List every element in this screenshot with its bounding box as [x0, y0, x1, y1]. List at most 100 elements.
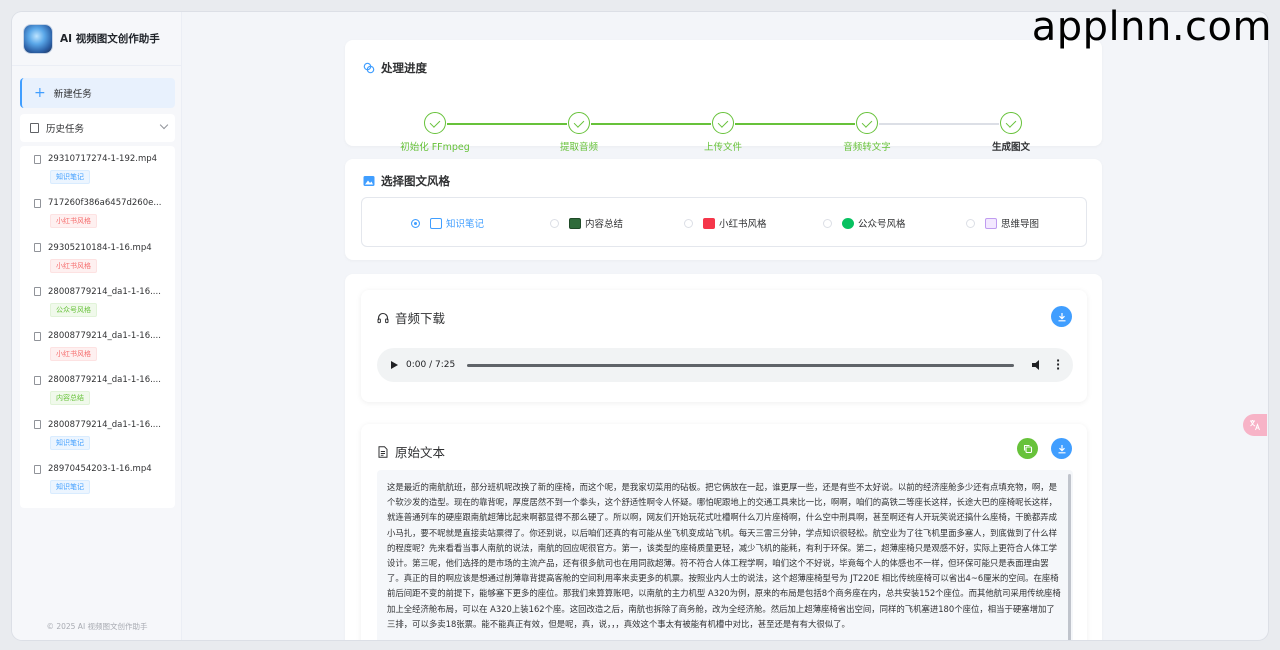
audio-panel: 音频下载 0:00 / 7:25 · · ·	[361, 290, 1087, 402]
content-card: 音频下载 0:00 / 7:25 · · · 原始文本 这是最近的南航航班，部分…	[345, 274, 1102, 640]
history-item-row: 28008779214_da1-1-16....	[34, 287, 167, 297]
volume-icon[interactable]	[1032, 360, 1039, 370]
brand: AI 视频图文创作助手	[12, 12, 181, 66]
history-item[interactable]: 29305210184-1-16.mp4 小红书风格	[20, 237, 175, 281]
history-item-name: 717260f386a6457d260e...	[48, 198, 162, 209]
copy-icon	[1023, 444, 1032, 453]
file-icon	[34, 198, 41, 208]
audio-seek-bar[interactable]	[467, 363, 1014, 367]
history-item-row: 717260f386a6457d260e...	[34, 198, 167, 208]
file-icon	[34, 331, 41, 341]
footer-copyright: © 2025 AI 视频图文创作助手	[46, 622, 148, 631]
document-icon	[378, 445, 388, 458]
history-item-tag: 内容总结	[50, 391, 90, 406]
plus-icon: +	[34, 85, 46, 101]
radio-button[interactable]	[823, 218, 832, 228]
history-item[interactable]: 28008779214_da1-1-16.... 知识笔记	[20, 414, 175, 458]
transcript-textarea[interactable]: 这是最近的南航航班，部分班机呢改换了新的座椅，而这个呢，是我家切菜用的砧板。把它…	[377, 470, 1073, 640]
audio-player[interactable]: 0:00 / 7:25 · · ·	[377, 348, 1073, 382]
progress-title: 处理进度	[381, 61, 427, 75]
new-task-label: 新建任务	[53, 89, 92, 100]
check-icon	[856, 112, 878, 134]
style-title: 选择图文风格	[381, 174, 450, 188]
history-item[interactable]: 29310717274-1-192.mp4 知识笔记	[20, 148, 175, 192]
style-option[interactable]: 小红书风格	[684, 216, 767, 230]
process-icon	[363, 62, 375, 74]
headphones-icon	[377, 312, 389, 323]
history-item[interactable]: 28008779214_da1-1-16.... 公众号风格	[20, 281, 175, 325]
progress-steps: 初始化 FFmpeg 提取音频 上传文件 音频转文字 生成图文	[369, 112, 1089, 153]
copy-text-button[interactable]	[1017, 438, 1038, 459]
file-icon	[34, 375, 41, 385]
history-item-row: 28008779214_da1-1-16....	[34, 375, 167, 385]
image-icon	[363, 176, 375, 186]
notebook-icon	[430, 217, 442, 229]
xiaohongshu-icon	[703, 217, 715, 229]
style-title-row: 选择图文风格	[363, 173, 450, 189]
progress-step: 音频转文字	[812, 112, 922, 153]
progress-step: 初始化 FFmpeg	[380, 112, 490, 153]
history-item-row: 28970454203-1-16.mp4	[34, 464, 167, 474]
style-option[interactable]: 公众号风格	[823, 216, 906, 230]
watermark-text: applnn.com	[1031, 4, 1272, 50]
radio-button[interactable]	[411, 218, 420, 228]
chevron-down-icon	[159, 120, 169, 130]
history-item-row: 28008779214_da1-1-16....	[34, 331, 167, 341]
sidebar: AI 视频图文创作助手 + 新建任务 历史任务 29310717274-1-19…	[12, 12, 182, 640]
file-icon	[34, 464, 41, 474]
style-option-label: 思维导图	[1001, 219, 1040, 230]
history-item[interactable]: 28008779214_da1-1-16.... 小红书风格	[20, 325, 175, 369]
progress-title-row: 处理进度	[363, 60, 427, 76]
floating-assistant-button[interactable]	[1243, 414, 1267, 436]
transcript-text: 这是最近的南航航班，部分班机呢改换了新的座椅，而这个呢，是我家切菜用的砧板。把它…	[387, 482, 1061, 629]
history-item-tag: 知识笔记	[50, 170, 90, 184]
history-item-tag: 小红书风格	[50, 258, 97, 273]
history-item-tag: 知识笔记	[50, 480, 90, 495]
style-radio-group: 知识笔记 内容总结 小红书风格 公众号风格 思维导图	[361, 197, 1087, 247]
progress-step: 上传文件	[668, 112, 778, 153]
step-label: 提取音频	[559, 142, 598, 153]
monitor-chart-icon	[569, 217, 581, 229]
history-item[interactable]: 717260f386a6457d260e... 小红书风格	[20, 192, 175, 236]
style-option[interactable]: 内容总结	[550, 216, 623, 230]
check-icon	[1000, 112, 1022, 134]
play-icon[interactable]	[391, 361, 398, 369]
text-download-button[interactable]	[1051, 438, 1072, 459]
history-item-name: 28008779214_da1-1-16....	[48, 331, 161, 342]
file-icon	[34, 420, 41, 430]
file-icon	[34, 287, 41, 297]
audio-download-button[interactable]	[1051, 306, 1072, 327]
history-item[interactable]: 28970454203-1-16.mp4 知识笔记	[20, 458, 175, 502]
history-item-row: 28008779214_da1-1-16....	[34, 420, 167, 430]
style-option-label: 知识笔记	[446, 219, 485, 230]
step-label: 上传文件	[703, 142, 742, 153]
radio-button[interactable]	[550, 218, 559, 228]
style-option-label: 公众号风格	[858, 219, 906, 230]
history-list: 29310717274-1-192.mp4 知识笔记 717260f386a6457…	[20, 146, 175, 509]
new-task-button[interactable]: + 新建任务	[20, 78, 175, 108]
radio-button[interactable]	[684, 218, 693, 228]
check-icon	[568, 112, 590, 134]
history-item-name: 28970454203-1-16.mp4	[48, 464, 152, 475]
progress-step: 提取音频	[524, 112, 634, 153]
transcript-title: 原始文本	[395, 445, 446, 460]
download-icon	[1058, 312, 1065, 321]
history-item[interactable]: 28008779214_da1-1-16.... 内容总结	[20, 369, 175, 413]
transcript-panel: 原始文本 这是最近的南航航班，部分班机呢改换了新的座椅，而这个呢，是我家切菜用的…	[361, 424, 1087, 640]
mindmap-icon	[985, 217, 997, 229]
audio-title: 音频下载	[395, 311, 446, 326]
style-option[interactable]: 思维导图	[966, 216, 1039, 230]
audio-time: 0:00 / 7:25	[406, 360, 456, 370]
step-label: 音频转文字	[843, 142, 891, 153]
more-options-icon[interactable]: · · ·	[1056, 355, 1060, 374]
step-label: 初始化 FFmpeg	[400, 142, 470, 153]
wechat-icon	[842, 217, 854, 229]
history-item-row: 29310717274-1-192.mp4	[34, 154, 167, 164]
history-toggle[interactable]: 历史任务	[20, 114, 175, 142]
check-icon	[424, 112, 446, 134]
history-label: 历史任务	[46, 124, 85, 135]
history-item-name: 28008779214_da1-1-16....	[48, 419, 161, 430]
radio-button[interactable]	[966, 218, 975, 228]
transcript-scrollbar[interactable]	[1068, 474, 1071, 640]
style-option[interactable]: 知识笔记	[411, 216, 484, 230]
